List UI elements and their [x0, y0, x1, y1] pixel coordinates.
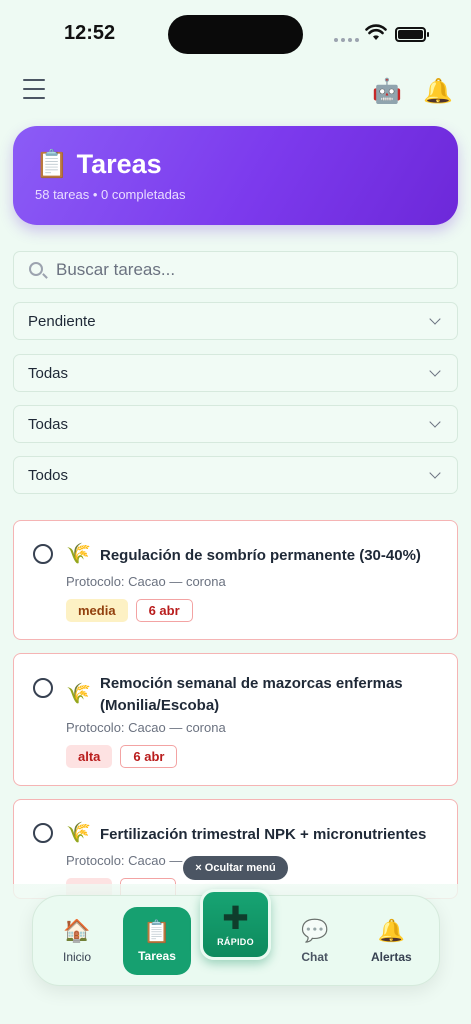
nav-label: Tareas	[138, 949, 176, 963]
nav-label: Alertas	[371, 950, 412, 964]
status-filter-value: Pendiente	[28, 313, 96, 330]
tasks-hero-card: 📋 Tareas 58 tareas • 0 completadas	[13, 126, 458, 225]
priority-filter-value: Todas	[28, 365, 69, 382]
hide-menu-button[interactable]: × Ocultar menú	[183, 856, 288, 880]
priority-filter-select[interactable]: Todas	[13, 354, 458, 392]
hamburger-icon[interactable]	[23, 79, 45, 99]
chevron-down-icon	[429, 313, 441, 325]
clipboard-icon: 📋	[143, 919, 171, 944]
wifi-icon	[365, 24, 387, 40]
crop-filter-value: Todos	[28, 467, 69, 484]
task-card[interactable]: 🌾 Regulación de sombrío permanente (30-4…	[13, 520, 458, 640]
task-protocol: Protocolo: Cacao — corona	[66, 574, 226, 589]
chevron-down-icon	[429, 416, 441, 428]
nav-label: Chat	[301, 950, 329, 964]
search-box[interactable]	[13, 251, 458, 289]
dynamic-island	[168, 15, 303, 54]
home-icon: 🏠	[63, 918, 91, 943]
crop-icon: 🌾	[66, 822, 91, 844]
status-bar: 12:52	[0, 0, 471, 68]
status-filter-select[interactable]: Pendiente	[13, 302, 458, 340]
quick-add-button[interactable]: ✚ RÁPIDO	[200, 889, 271, 960]
nav-item-tareas[interactable]: 📋 Tareas	[123, 907, 191, 975]
task-complete-checkbox[interactable]	[33, 544, 53, 564]
chat-icon: 💬	[301, 918, 329, 943]
battery-icon	[395, 27, 429, 42]
clipboard-icon: 📋	[35, 149, 69, 179]
nav-item-alertas[interactable]: 🔔 Alertas	[371, 918, 412, 964]
page-title: 📋 Tareas	[35, 148, 162, 180]
category-filter-value: Todas	[28, 416, 69, 433]
task-protocol: Protocolo: Cacao —	[66, 853, 183, 868]
task-complete-checkbox[interactable]	[33, 678, 53, 698]
bell-icon[interactable]: 🔔	[423, 77, 453, 106]
category-filter-select[interactable]: Todas	[13, 405, 458, 443]
robot-icon[interactable]: 🤖	[372, 77, 402, 106]
task-title: Fertilización trimestral NPK + micronutr…	[100, 826, 427, 843]
search-icon	[29, 262, 43, 276]
status-time: 12:52	[64, 22, 116, 44]
priority-badge: alta	[66, 745, 113, 768]
quick-add-label: RÁPIDO	[217, 936, 254, 947]
task-title: Remoción semanal de mazorcas enfermas (M…	[100, 675, 403, 714]
crop-icon: 🌾	[66, 683, 91, 705]
chevron-down-icon	[429, 467, 441, 479]
task-protocol: Protocolo: Cacao — corona	[66, 720, 226, 735]
priority-badge: media	[66, 599, 128, 622]
nav-item-inicio[interactable]: 🏠 Inicio	[63, 918, 91, 964]
bell-icon: 🔔	[377, 918, 406, 943]
chevron-down-icon	[429, 365, 441, 377]
search-input[interactable]	[56, 252, 446, 288]
crop-icon: 🌾	[66, 543, 91, 565]
task-complete-checkbox[interactable]	[33, 823, 53, 843]
task-card[interactable]: 🌾 Remoción semanal de mazorcas enfermas …	[13, 653, 458, 786]
plus-icon: ✚	[222, 899, 249, 936]
task-count-summary: 58 tareas • 0 completadas	[35, 187, 186, 202]
signal-icon	[334, 38, 359, 42]
due-date-badge: 6 abr	[120, 745, 178, 768]
due-date-badge: 6 abr	[135, 599, 193, 622]
page-title-text: Tareas	[76, 148, 162, 179]
nav-item-chat[interactable]: 💬 Chat	[301, 918, 328, 964]
task-title: Regulación de sombrío permanente (30-40%…	[100, 547, 421, 564]
nav-label: Inicio	[63, 950, 92, 964]
crop-filter-select[interactable]: Todos	[13, 456, 458, 494]
